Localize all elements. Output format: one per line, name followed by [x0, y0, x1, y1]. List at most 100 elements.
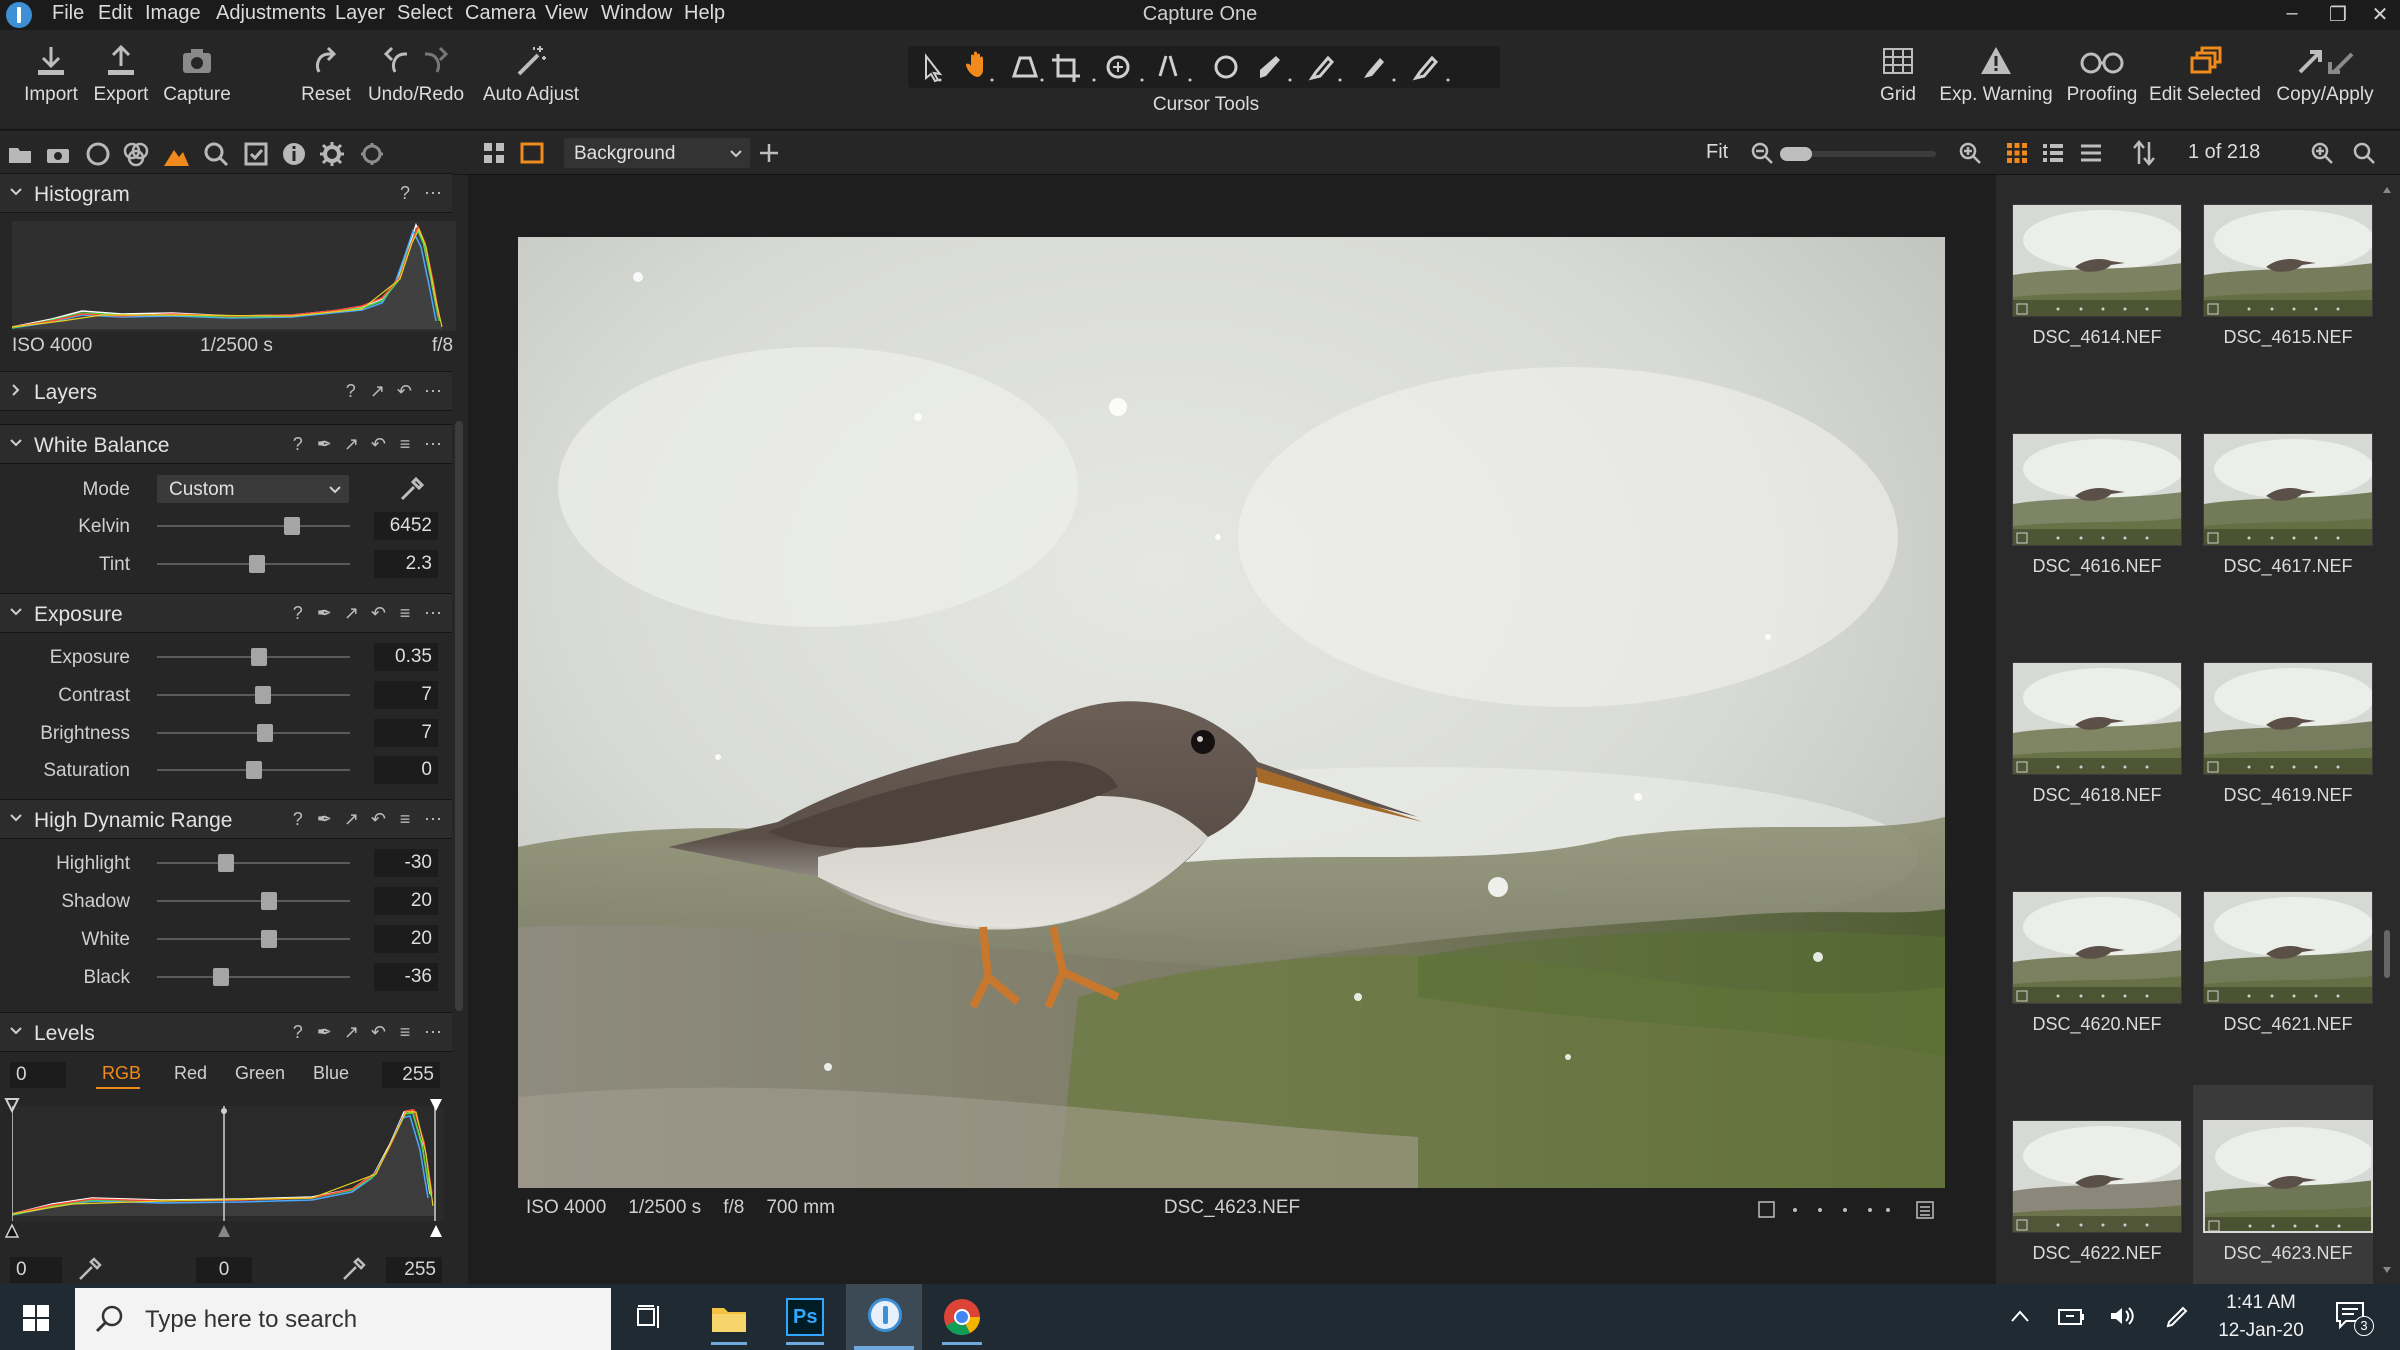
picker-icon[interactable]: ✒: [317, 434, 332, 455]
presets-icon[interactable]: ≡: [398, 1022, 412, 1043]
shadow-slider[interactable]: [157, 892, 350, 910]
brightness-value[interactable]: 7: [374, 719, 438, 747]
menu-edit[interactable]: Edit: [98, 2, 132, 25]
color-tag-icon[interactable]: [1758, 1201, 1775, 1218]
levels-midpoint[interactable]: 0: [196, 1257, 252, 1283]
picker-icon[interactable]: [1412, 55, 1439, 81]
levels-output-high[interactable]: 255: [386, 1257, 442, 1283]
reset-button[interactable]: Reset: [291, 44, 361, 106]
histogram-section-header[interactable]: Histogram ? ⋯: [0, 173, 452, 213]
highlight-slider[interactable]: [157, 854, 350, 872]
reset-icon[interactable]: ↶: [371, 809, 386, 830]
eyedropper-icon[interactable]: [398, 475, 426, 503]
exposure-tab[interactable]: [154, 140, 198, 177]
minimize-button[interactable]: –: [2274, 2, 2310, 25]
spot-removal-icon[interactable]: [1214, 55, 1238, 79]
help-icon[interactable]: ?: [398, 183, 412, 204]
white-balance-section-header[interactable]: White Balance ? ✒ ↗ ↶ ≡ ⋯: [0, 424, 452, 464]
saturation-slider-thumb[interactable]: [245, 761, 262, 779]
thumbnail-image[interactable]: [2012, 891, 2182, 1004]
volume-icon[interactable]: [2108, 1304, 2136, 1328]
rotate-icon[interactable]: [1106, 55, 1130, 79]
levels-low-handle-icon[interactable]: [4, 1097, 20, 1113]
more-icon[interactable]: ⋯: [424, 809, 442, 830]
black-slider-thumb[interactable]: [212, 968, 229, 986]
levels-graph[interactable]: [12, 1106, 444, 1221]
saturation-slider[interactable]: [157, 761, 350, 779]
thumbnail-image[interactable]: [2203, 433, 2373, 546]
levels-mid-handle-icon[interactable]: [216, 1223, 232, 1239]
sort-icon[interactable]: [2132, 140, 2156, 166]
contrast-value[interactable]: 7: [374, 681, 438, 709]
kelvin-value[interactable]: 6452: [374, 512, 438, 540]
adjustments-tab-icon[interactable]: [242, 140, 270, 168]
levels-channel-rgb[interactable]: RGB: [102, 1063, 141, 1084]
reset-icon[interactable]: ↶: [371, 1022, 386, 1043]
filmstrip-view-icon[interactable]: [2080, 142, 2102, 164]
thumbnail-view-icon[interactable]: [2006, 142, 2028, 164]
single-view-icon[interactable]: [520, 141, 544, 165]
pan-hand-icon[interactable]: [966, 51, 983, 78]
thumbnail-image[interactable]: [2203, 1120, 2373, 1233]
rating-stars[interactable]: [1758, 1201, 1908, 1219]
import-button[interactable]: Import: [16, 44, 86, 106]
thumbnail-image[interactable]: [2203, 204, 2373, 317]
levels-channel-green[interactable]: Green: [235, 1063, 285, 1084]
batch-tab-icon[interactable]: [358, 140, 386, 168]
levels-input-high[interactable]: 255: [382, 1062, 440, 1088]
tray-chevron-up-icon[interactable]: [2010, 1308, 2030, 1324]
menu-select[interactable]: Select: [397, 2, 453, 25]
reset-icon[interactable]: ↶: [371, 603, 386, 624]
menu-help[interactable]: Help: [684, 2, 725, 25]
copy-icon[interactable]: ↗: [344, 603, 359, 624]
details-tab-icon[interactable]: [202, 140, 230, 168]
presets-icon[interactable]: ≡: [398, 434, 412, 455]
notifications-button[interactable]: 3: [2334, 1300, 2374, 1336]
thumbnail-image[interactable]: [2012, 662, 2182, 775]
copy-apply-button[interactable]: Copy/Apply: [2272, 44, 2378, 106]
more-icon[interactable]: ⋯: [424, 381, 442, 402]
shadow-slider-thumb[interactable]: [260, 892, 277, 910]
battery-icon[interactable]: [2056, 1304, 2086, 1328]
help-icon[interactable]: ?: [291, 1022, 305, 1043]
copy-icon[interactable]: ↗: [344, 809, 359, 830]
picker-icon[interactable]: ✒: [317, 603, 332, 624]
black-value[interactable]: -36: [374, 963, 438, 991]
color-tab-icon[interactable]: [122, 140, 150, 168]
menu-file[interactable]: File: [52, 2, 84, 25]
thumbnail-item[interactable]: DSC_4623.NEF: [2193, 1085, 2373, 1305]
hdr-section-header[interactable]: High Dynamic Range ? ✒ ↗ ↶ ≡ ⋯: [0, 799, 452, 839]
thumbnail-item[interactable]: DSC_4619.NEF: [2193, 627, 2373, 847]
tools-scrollbar[interactable]: [455, 421, 463, 1011]
library-tab-icon[interactable]: [6, 140, 34, 168]
search-icon[interactable]: [2352, 141, 2376, 165]
select-cursor-icon[interactable]: [925, 53, 943, 83]
shadow-value[interactable]: 20: [374, 887, 438, 915]
close-button[interactable]: ✕: [2362, 2, 2398, 27]
thumbnail-item[interactable]: DSC_4618.NEF: [2002, 627, 2182, 847]
file-explorer-app[interactable]: [704, 1294, 754, 1346]
highlight-value[interactable]: -30: [374, 849, 438, 877]
pen-icon[interactable]: [2164, 1302, 2192, 1330]
black-slider[interactable]: [157, 968, 350, 986]
exp-warning-button[interactable]: Exp. Warning: [1934, 44, 2058, 106]
taskbar-date[interactable]: 12-Jan-20: [2206, 1320, 2316, 1342]
layer-select[interactable]: Background: [564, 138, 750, 168]
white-value[interactable]: 20: [374, 925, 438, 953]
levels-output-low[interactable]: 0: [10, 1257, 62, 1283]
menu-window[interactable]: Window: [601, 2, 672, 25]
list-view-icon[interactable]: [2042, 142, 2064, 164]
thumbnail-item[interactable]: DSC_4622.NEF: [2002, 1085, 2182, 1305]
layers-section-header[interactable]: Layers ? ↗ ↶ ⋯: [0, 371, 452, 411]
kelvin-slider-thumb[interactable]: [284, 517, 301, 535]
levels-out-high-handle-icon[interactable]: [428, 1223, 444, 1239]
more-icon[interactable]: ⋯: [424, 603, 442, 624]
help-icon[interactable]: ?: [291, 434, 305, 455]
multi-view-icon[interactable]: [482, 141, 506, 165]
brush-icon[interactable]: [1260, 56, 1280, 78]
photoshop-app[interactable]: Ps: [780, 1294, 832, 1346]
zoom-slider[interactable]: [1780, 147, 1936, 161]
straighten-icon[interactable]: [1158, 55, 1178, 77]
saturation-value[interactable]: 0: [374, 756, 438, 784]
eyedropper-icon[interactable]: [340, 1255, 368, 1283]
